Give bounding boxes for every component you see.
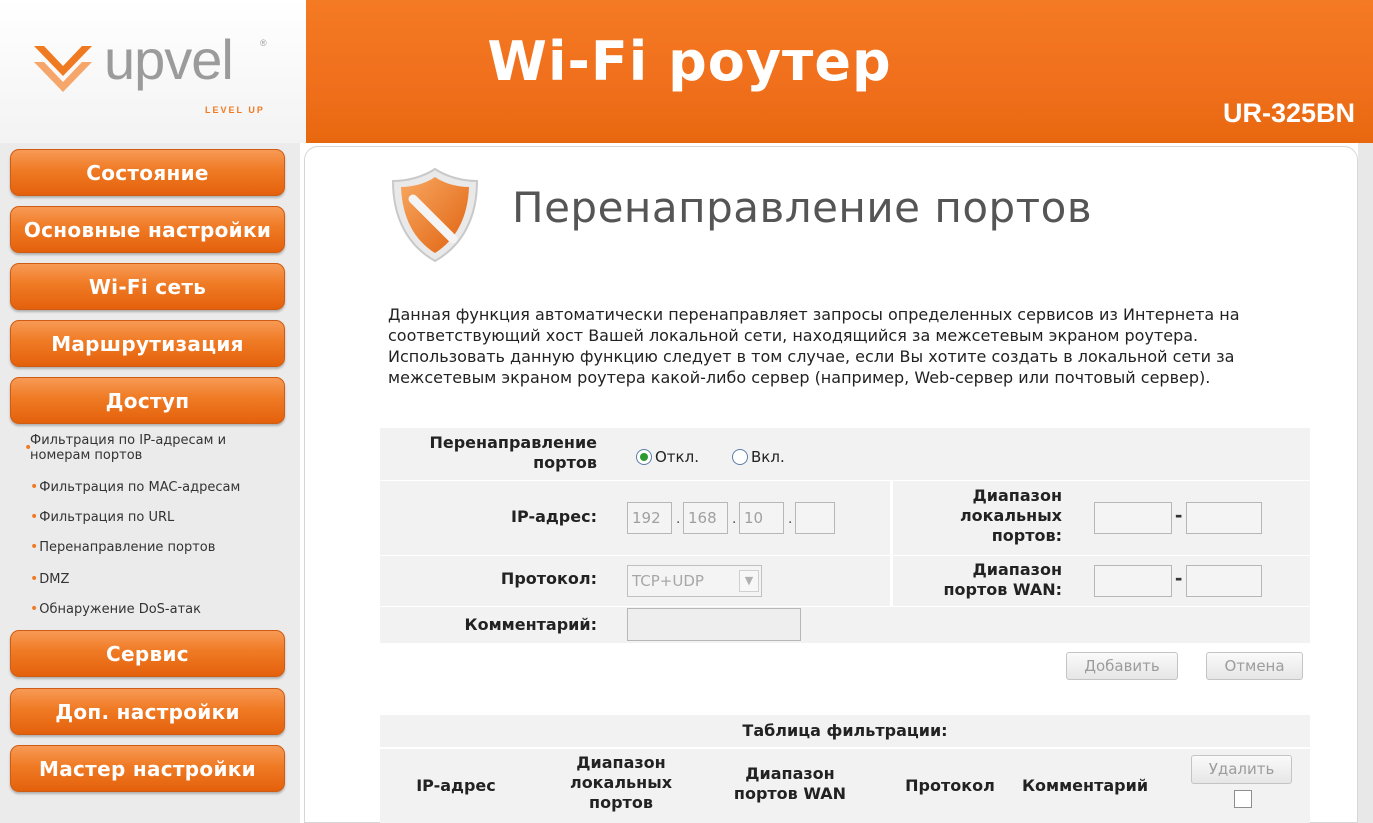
sub-item-label: Фильтрация по URL: [39, 510, 175, 525]
page-title: Перенаправление портов: [512, 183, 1093, 232]
add-button[interactable]: Добавить: [1066, 652, 1178, 680]
radio-unselected-icon: [732, 449, 748, 465]
sub-item-label: Фильтрация по MAC-адресам: [39, 480, 241, 495]
column-header-comment: Комментарий: [1021, 776, 1149, 795]
sub-item-ip-port-filter[interactable]: • Фильтрация по IP-адресам и номерам порт…: [24, 433, 280, 463]
range-dash: -: [1175, 565, 1183, 590]
page-description: Данная функция автоматически перенаправл…: [388, 305, 1240, 387]
ip-octet-3-input[interactable]: 10: [739, 502, 784, 534]
shield-icon: [391, 167, 479, 263]
cancel-button[interactable]: Отмена: [1206, 652, 1303, 680]
nav-basic-settings-button[interactable]: Основные настройки: [10, 206, 285, 253]
local-ports-label: Диапазон локальных портов:: [959, 486, 1062, 545]
logo-registered-mark: ®: [260, 38, 267, 48]
protocol-value: TCP+UDP: [632, 572, 704, 590]
ip-address-label: IP-адрес:: [511, 507, 597, 526]
local-port-start-input[interactable]: [1094, 502, 1172, 534]
header-title: Wi-Fi роутер: [487, 30, 892, 93]
wan-ports-label: Диапазон портов WAN:: [943, 560, 1062, 599]
column-header-protocol: Протокол: [905, 776, 995, 795]
radio-selected-icon: [636, 449, 652, 465]
comment-input[interactable]: [627, 608, 801, 641]
sub-item-label: Фильтрация по IP-адресам и номерам порто…: [30, 433, 227, 463]
logo[interactable]: upvel ® LEVEL UP: [0, 0, 306, 143]
forwarding-on-radio[interactable]: Вкл.: [732, 448, 785, 466]
delete-button[interactable]: Удалить: [1191, 755, 1292, 784]
ip-octet-4-input[interactable]: [795, 502, 835, 534]
ip-dot: .: [732, 510, 737, 527]
nav-advanced-button[interactable]: Доп. настройки: [10, 688, 285, 735]
nav-service-button[interactable]: Сервис: [10, 630, 285, 677]
filter-table-title: Таблица фильтрации:: [742, 721, 948, 740]
select-all-checkbox[interactable]: [1234, 790, 1252, 808]
ip-octet-2-input[interactable]: 168: [683, 502, 728, 534]
logo-wordmark: upvel: [104, 28, 234, 91]
chevron-down-icon: ▼: [739, 570, 759, 592]
scrollbar-track[interactable]: [1358, 143, 1373, 823]
protocol-label: Протокол:: [500, 569, 597, 588]
sub-item-dos-detection[interactable]: •Обнаружение DoS-атак: [30, 602, 201, 618]
header-banner: Wi-Fi роутер UR-325BN: [306, 0, 1373, 143]
nav-status-button[interactable]: Состояние: [10, 149, 285, 196]
sub-item-label: DMZ: [39, 572, 70, 587]
forwarding-on-label: Вкл.: [751, 448, 785, 466]
protocol-select[interactable]: TCP+UDP ▼: [627, 565, 762, 597]
logo-tagline: LEVEL UP: [205, 105, 265, 115]
sub-item-url-filter[interactable]: •Фильтрация по URL: [30, 510, 175, 526]
forwarding-off-radio[interactable]: Откл.: [636, 448, 699, 466]
nav-routing-button[interactable]: Маршрутизация: [10, 320, 285, 367]
comment-label: Комментарий:: [464, 615, 597, 634]
header: upvel ® LEVEL UP Wi-Fi роутер UR-325BN: [0, 0, 1373, 143]
sidebar: Состояние Основные настройки Wi-Fi сеть …: [0, 143, 300, 823]
local-port-end-input[interactable]: [1186, 502, 1262, 534]
forwarding-label: Перенаправление портов: [429, 433, 597, 472]
nav-access-button[interactable]: Доступ: [10, 377, 285, 424]
nav-wifi-button[interactable]: Wi-Fi сеть: [10, 263, 285, 310]
column-header-local-ports: Диапазон локальных портов: [569, 753, 673, 812]
wan-port-start-input[interactable]: [1094, 565, 1172, 597]
ip-dot: .: [788, 510, 793, 527]
sub-item-port-forwarding[interactable]: •Перенаправление портов: [30, 540, 216, 556]
ip-dot: .: [676, 510, 681, 527]
wan-port-end-input[interactable]: [1186, 565, 1262, 597]
range-dash: -: [1175, 502, 1183, 527]
sub-item-label: Обнаружение DoS-атак: [39, 602, 201, 617]
sub-item-mac-filter[interactable]: •Фильтрация по MAC-адресам: [30, 480, 241, 496]
upvel-logo-icon: [34, 46, 92, 92]
nav-wizard-button[interactable]: Мастер настройки: [10, 745, 285, 792]
column-header-wan-ports: Диапазон портов WAN: [733, 764, 847, 803]
sub-item-dmz[interactable]: •DMZ: [30, 572, 70, 588]
model-name: UR-325BN: [1222, 98, 1355, 128]
column-header-ip: IP-адрес: [416, 776, 496, 795]
sub-item-label: Перенаправление портов: [39, 540, 216, 555]
forwarding-off-label: Откл.: [655, 448, 699, 466]
ip-octet-1-input[interactable]: 192: [627, 502, 672, 534]
